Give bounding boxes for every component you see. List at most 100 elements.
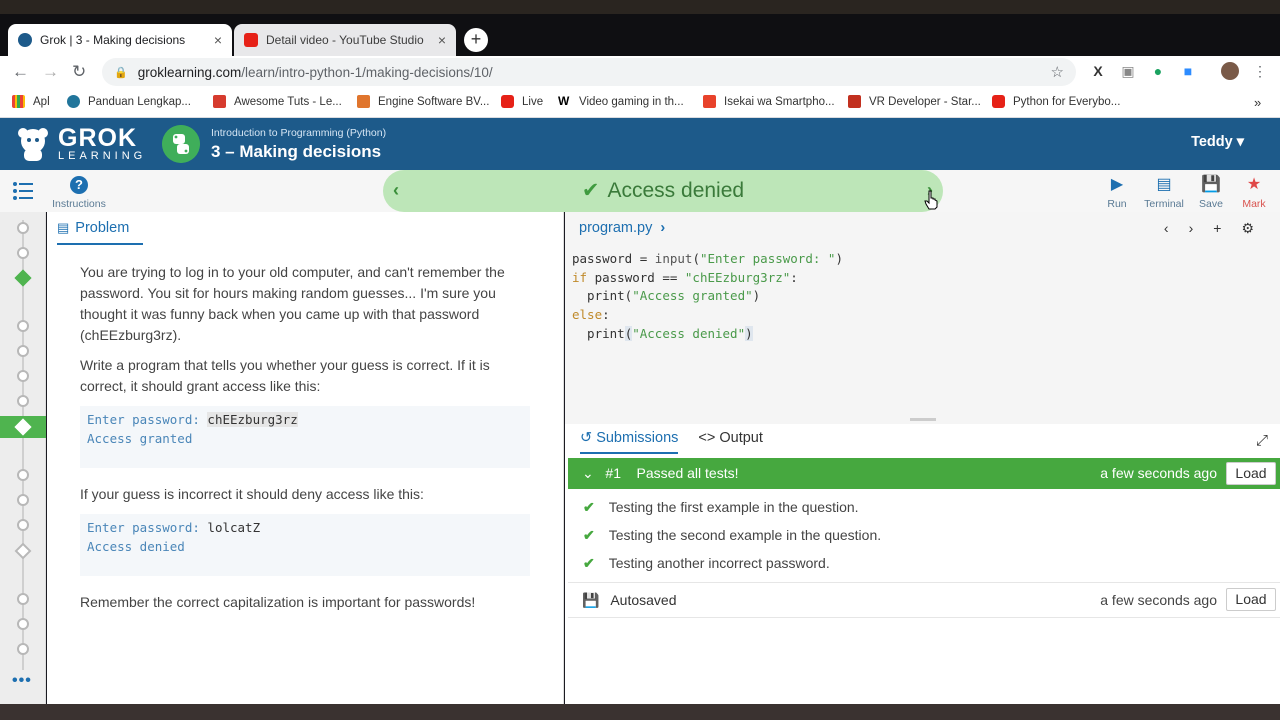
reload-icon[interactable]: ↻ (72, 62, 86, 82)
panel-resize-handle[interactable] (910, 418, 936, 421)
autosaved-label: Autosaved (610, 592, 677, 608)
bookmark-apps[interactable]: Apl (12, 95, 50, 108)
run-button[interactable]: ▶ Run (1097, 176, 1137, 210)
submission-result-bar[interactable]: ⌄ #1 Passed all tests! a few seconds ago… (568, 458, 1280, 489)
chevron-down-icon: ⌄ (582, 465, 594, 481)
autosave-row[interactable]: 💾 Autosaved a few seconds ago Load (568, 582, 1280, 618)
awesome-tuts-icon (213, 95, 226, 108)
x-extension-icon[interactable]: X (1090, 63, 1106, 79)
code-line: password = input("Enter password: ") (572, 251, 843, 266)
expand-icon[interactable]: ⤢ (1256, 432, 1268, 449)
bookmark-item[interactable]: Awesome Tuts - Le... (213, 95, 342, 108)
bookmark-item[interactable]: W Video gaming in th... (558, 95, 684, 108)
tab-output[interactable]: <> Output (698, 430, 763, 454)
problem-paragraph: Remember the correct capitalization is i… (80, 594, 476, 610)
bookmarks-overflow-icon[interactable]: » (1254, 95, 1261, 110)
logo-subtitle: LEARNING (58, 149, 147, 162)
terminal-button[interactable]: ▤ Terminal (1144, 176, 1184, 210)
grok-mascot-icon (18, 128, 48, 161)
course-name[interactable]: Introduction to Programming (Python) (211, 127, 386, 139)
problem-panel: ▤ Problem You are trying to log in to you… (47, 212, 564, 704)
code-line: if password == "chEEzburg3rz": (572, 269, 798, 285)
extension-icon[interactable]: ▣ (1120, 63, 1136, 79)
code-editor[interactable]: program.py › ‹ › + ⚙ password = input("En… (565, 212, 1280, 424)
address-bar[interactable]: 🔒 groklearning.com/learn/intro-python-1/… (102, 58, 1076, 86)
settings-gear-icon[interactable]: ⚙ (1241, 220, 1254, 237)
mark-button[interactable]: ★ Mark (1234, 176, 1274, 210)
bookmark-item[interactable]: Isekai wa Smartpho... (703, 95, 835, 108)
tab-youtube-studio[interactable]: Detail video - YouTube Studio × (234, 24, 456, 56)
problem-description: You are trying to log in to your old com… (80, 262, 530, 622)
close-tab-icon[interactable]: × (438, 32, 446, 48)
file-tab[interactable]: program.py › (579, 220, 665, 236)
grok-favicon-icon (18, 33, 32, 47)
close-tab-icon[interactable]: × (214, 32, 222, 48)
new-tab-button[interactable]: + (464, 28, 488, 52)
chevron-left-icon[interactable]: ‹ (1164, 220, 1169, 237)
bookmark-item[interactable]: Live (501, 95, 543, 108)
engine-software-icon (357, 95, 370, 108)
green-extension-icon[interactable]: ● (1150, 63, 1166, 79)
slide-node[interactable] (17, 395, 29, 407)
user-menu[interactable]: Teddy ▾ (1191, 134, 1244, 150)
slide-node[interactable] (17, 519, 29, 531)
vr-developer-icon (848, 95, 861, 108)
slide-node[interactable] (17, 643, 29, 655)
bookmark-item[interactable]: Panduan Lengkap... (67, 95, 191, 108)
slide-node[interactable] (17, 593, 29, 605)
add-file-icon[interactable]: + (1213, 220, 1221, 237)
instructions-button[interactable]: ? Instructions (48, 176, 110, 210)
apps-grid-icon (12, 95, 25, 108)
submission-result: Passed all tests! (636, 465, 739, 481)
hand-cursor-icon (924, 190, 938, 210)
slide-node[interactable] (17, 320, 29, 332)
load-submission-button[interactable]: Load (1226, 462, 1276, 485)
slide-node[interactable] (17, 618, 29, 630)
forward-icon[interactable]: → (42, 62, 59, 82)
problem-node[interactable] (14, 542, 32, 560)
back-icon[interactable]: ← (12, 62, 29, 82)
tab-submissions[interactable]: ↺ Submissions (580, 430, 679, 454)
slide-node[interactable] (17, 370, 29, 382)
slide-node[interactable] (17, 222, 29, 234)
profile-avatar[interactable] (1221, 62, 1239, 80)
code-content[interactable]: password = input("Enter password: ") if p… (572, 250, 843, 344)
autosaved-time: a few seconds ago (1100, 592, 1217, 608)
slide-node[interactable] (17, 494, 29, 506)
lock-icon: 🔒 (114, 66, 128, 79)
logo-title: GROK (58, 123, 137, 152)
chevron-right-icon[interactable]: › (1189, 220, 1194, 237)
check-icon: ✔ (581, 179, 600, 202)
bookmarks-bar: Apl Panduan Lengkap... Awesome Tuts - Le… (0, 88, 1280, 118)
grok-header: GROK LEARNING Introduction to Programmin… (0, 118, 1280, 170)
slide-node[interactable] (17, 247, 29, 259)
problem-paragraph: Write a program that tells you whether y… (80, 357, 490, 394)
more-slides-icon[interactable]: ••• (12, 672, 32, 690)
problem-tab[interactable]: ▤ Problem (57, 220, 143, 245)
save-button[interactable]: 💾 Save (1191, 176, 1231, 210)
test-result: ✔ Testing the first example in the questi… (583, 499, 859, 515)
tab-label: Detail video - YouTube Studio (266, 33, 424, 47)
check-icon: ✔ (583, 555, 595, 571)
floppy-disk-icon: 💾 (582, 592, 600, 608)
outline-menu-icon[interactable] (13, 182, 33, 200)
check-icon: ✔ (583, 499, 595, 515)
bookmark-item[interactable]: Engine Software BV... (357, 95, 489, 108)
status-banner: ‹ ✔ Access denied › (383, 170, 943, 212)
tab-grok[interactable]: Grok | 3 - Making decisions × (8, 24, 232, 56)
screen-bottom-edge (0, 704, 1280, 720)
completed-problem-node[interactable] (14, 269, 32, 287)
slide-node[interactable] (17, 345, 29, 357)
grok-logo[interactable]: GROK LEARNING (14, 125, 146, 163)
load-autosave-button[interactable]: Load (1226, 588, 1276, 611)
youtube-icon (992, 95, 1005, 108)
module-title: 3 – Making decisions (211, 142, 382, 161)
terminal-icon: ▤ (1156, 176, 1172, 193)
bookmark-item[interactable]: VR Developer - Star... (848, 95, 981, 108)
slide-node[interactable] (17, 469, 29, 481)
bookmark-item[interactable]: Python for Everybo... (992, 95, 1120, 108)
wordpress-icon (67, 95, 80, 108)
bookmark-star-icon[interactable]: ☆ (1051, 63, 1064, 81)
zoom-extension-icon[interactable]: ■ (1180, 63, 1196, 79)
menu-kebab-icon[interactable]: ⋮ (1252, 63, 1268, 79)
